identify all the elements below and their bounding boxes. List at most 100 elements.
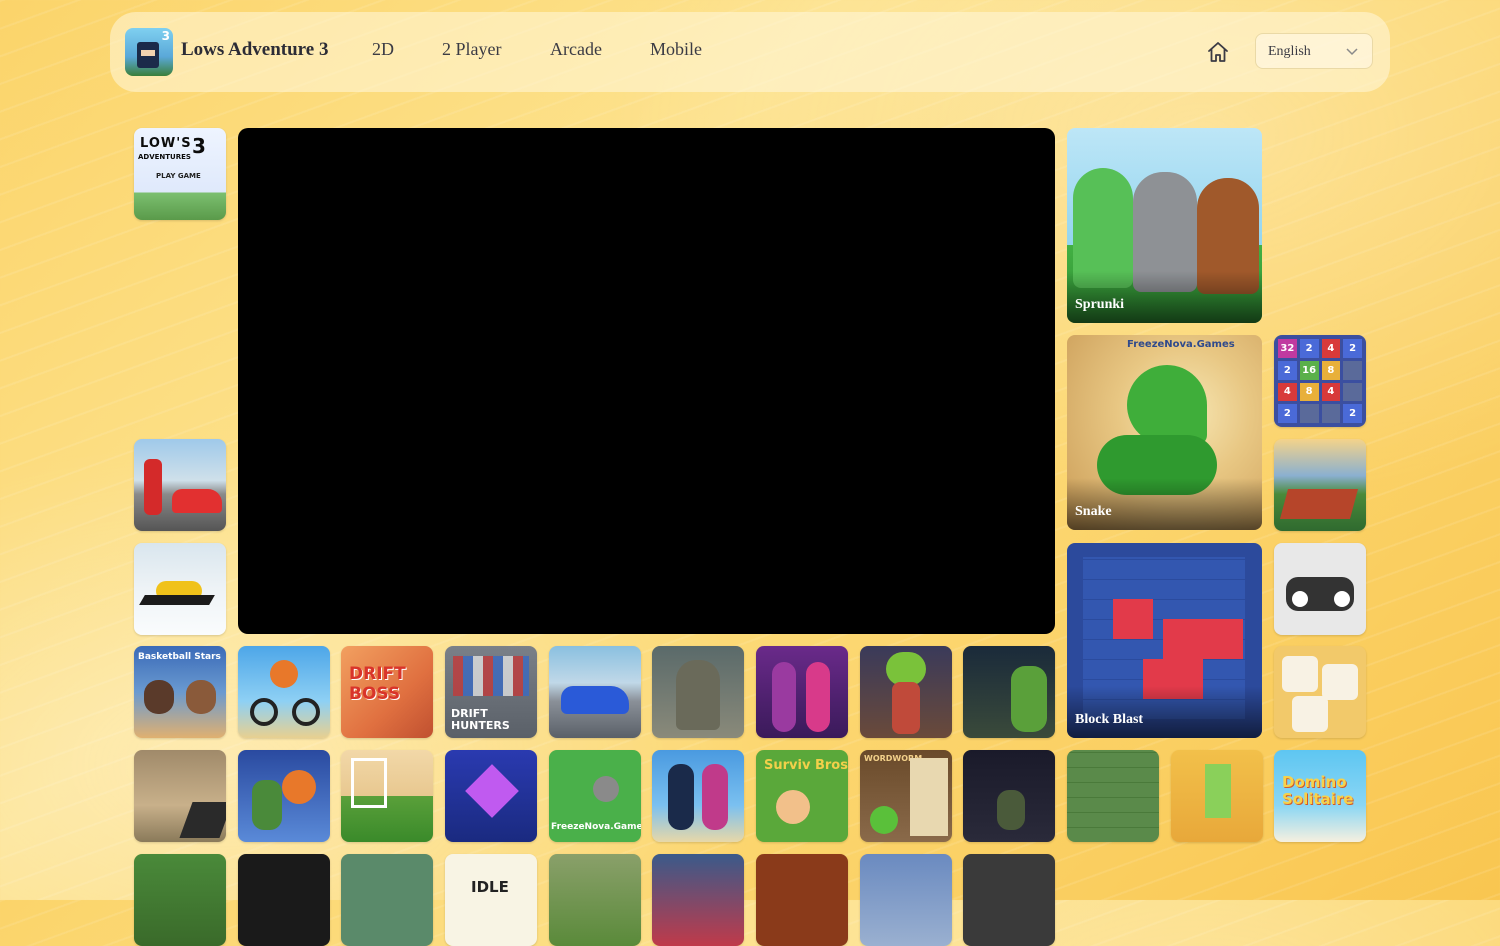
field-shape — [1279, 489, 1359, 519]
game-thumb-drift-boss[interactable]: DRIFT BOSS — [341, 646, 433, 738]
logo-character-icon — [137, 42, 159, 68]
game-thumb-robot-arena[interactable] — [341, 854, 433, 946]
game-thumb-drift-hunters[interactable]: DRIFT HUNTERS — [445, 646, 537, 738]
cube-shape — [465, 764, 519, 818]
game-thumb-soccer-kick[interactable] — [549, 854, 641, 946]
player-figure — [186, 680, 216, 714]
game-thumb-soccer-duo[interactable] — [652, 750, 744, 842]
grid-cell: 4 — [1278, 382, 1297, 402]
site-title[interactable]: Lows Adventure 3 — [181, 39, 328, 61]
thumb-number-text: 3 — [192, 134, 206, 158]
game-thumb-2048[interactable]: 32 2 4 2 2 16 8 4 8 4 2 2 — [1274, 335, 1366, 427]
tile-piece — [1282, 656, 1318, 692]
worm-character — [870, 806, 898, 834]
nav-item-arcade[interactable]: Arcade — [550, 39, 602, 60]
player-figure — [144, 680, 174, 714]
player-figure — [702, 764, 728, 830]
grid-cell: 32 — [1278, 339, 1297, 358]
goal-post — [351, 758, 387, 808]
logo-badge: 3 — [161, 29, 170, 43]
game-thumb-domino-solitaire[interactable]: Domino Solitaire — [1274, 750, 1366, 842]
game-thumb-basketball-dunk[interactable] — [238, 750, 330, 842]
character-green — [1073, 168, 1133, 288]
game-thumb-soccer-physics[interactable] — [341, 750, 433, 842]
grid-cell — [1321, 404, 1341, 423]
featured-game-sprunki[interactable]: Sprunki — [1067, 128, 1262, 323]
game-thumb-farm-village[interactable] — [1274, 439, 1366, 531]
thumb-title-text: IDLE — [471, 878, 509, 896]
thumb-title-text: Domino Solitaire — [1282, 773, 1354, 808]
game-thumb-freddy[interactable] — [756, 854, 848, 946]
game-thumb-fps-desert[interactable] — [134, 750, 226, 842]
grid-cell — [1343, 360, 1362, 380]
grid-cell: 8 — [1299, 382, 1319, 402]
freezenova-brand: FreezeNova.Games — [551, 822, 641, 832]
site-logo[interactable]: 3 — [125, 28, 173, 76]
game-thumb-sketch-tank[interactable] — [1274, 543, 1366, 635]
game-thumb-basketball-stars[interactable]: Basketball Stars — [134, 646, 226, 738]
game-thumb-dress-up[interactable] — [860, 646, 952, 738]
featured-game-label: Snake — [1075, 504, 1112, 519]
game-thumb-dino-puzzle[interactable] — [1171, 750, 1263, 842]
player-figure — [668, 764, 694, 830]
game-thumb-spider-car[interactable] — [134, 439, 226, 531]
game-thumb-fnaf[interactable] — [963, 854, 1055, 946]
game-thumb-zombie-pickle[interactable] — [134, 854, 226, 946]
game-thumb-soldier[interactable] — [652, 646, 744, 738]
soldier-figure — [676, 660, 720, 730]
letter-column — [910, 758, 948, 836]
nav-item-mobile[interactable]: Mobile — [650, 39, 702, 60]
dino-figure — [1205, 764, 1231, 818]
nav-item-2-player[interactable]: 2 Player — [442, 39, 501, 60]
grid-cell: 2 — [1299, 339, 1319, 358]
featured-game-snake[interactable]: FreezeNova.Games Snake — [1067, 335, 1262, 530]
game-thumb-red-car[interactable] — [652, 854, 744, 946]
language-select[interactable]: English — [1255, 33, 1373, 69]
game-thumb-tank-io[interactable]: FreezeNova.Games — [549, 750, 641, 842]
girl-figure — [892, 682, 920, 734]
game-thumb-wordworm[interactable]: WORDWORM — [860, 750, 952, 842]
monster-figure — [997, 790, 1025, 830]
game-thumb-zombie-shooter[interactable] — [963, 646, 1055, 738]
gun-shape — [179, 802, 226, 838]
grid-cell: 2 — [1343, 339, 1362, 358]
game-thumb-city-car[interactable] — [549, 646, 641, 738]
language-select-value: English — [1268, 44, 1311, 59]
grid-cell: 4 — [1321, 339, 1341, 358]
chevron-down-icon — [1346, 48, 1358, 56]
player-figure — [252, 780, 282, 830]
game-thumb-horror-hallway[interactable] — [963, 750, 1055, 842]
game-thumb-highway[interactable] — [860, 854, 952, 946]
snake-head — [1127, 365, 1207, 445]
rider-helmet — [270, 660, 298, 688]
nav-item-2d[interactable]: 2D — [372, 39, 394, 60]
freezenova-brand: FreezeNova.Games — [1127, 339, 1235, 350]
game-thumb-mahjong[interactable] — [1274, 646, 1366, 738]
bike-wheel — [250, 698, 278, 726]
top-header: 3 Lows Adventure 3 2D 2 Player Arcade Mo… — [110, 12, 1390, 92]
block-red — [1113, 599, 1153, 639]
game-thumb-fashion-girls[interactable] — [756, 646, 848, 738]
hair-shape — [886, 652, 926, 686]
cars-row — [453, 656, 529, 696]
game-thumb-flying-car[interactable] — [134, 543, 226, 635]
car-shape — [172, 489, 222, 513]
game-thumb-idle[interactable]: IDLE — [445, 854, 537, 946]
home-icon[interactable] — [1206, 40, 1230, 64]
grid-cell: 16 — [1299, 360, 1319, 380]
game-thumb-lows-adventures-3[interactable]: LOW'S 3 ADVENTURES PLAY GAME — [134, 128, 226, 220]
game-thumb-moto-x3m[interactable] — [238, 646, 330, 738]
number-grid: 32 2 4 2 2 16 8 4 8 4 2 2 — [1278, 339, 1362, 423]
game-thumb-football-field[interactable] — [1067, 750, 1159, 842]
game-thumb-dark-room[interactable] — [238, 854, 330, 946]
basketball-ball — [282, 770, 316, 804]
featured-game-block-blast[interactable]: Block Blast — [1067, 543, 1262, 738]
game-thumb-geometry-dash[interactable] — [445, 750, 537, 842]
grid-cell: 4 — [1321, 382, 1341, 402]
featured-game-label: Block Blast — [1075, 712, 1144, 727]
game-player-frame[interactable] — [238, 128, 1055, 634]
game-thumb-surviv-bros[interactable]: Surviv Bros — [756, 750, 848, 842]
thumb-title-text: DRIFT HUNTERS — [451, 707, 510, 732]
wing-shape — [139, 595, 215, 605]
thumb-title-text: LOW'S — [140, 136, 192, 151]
